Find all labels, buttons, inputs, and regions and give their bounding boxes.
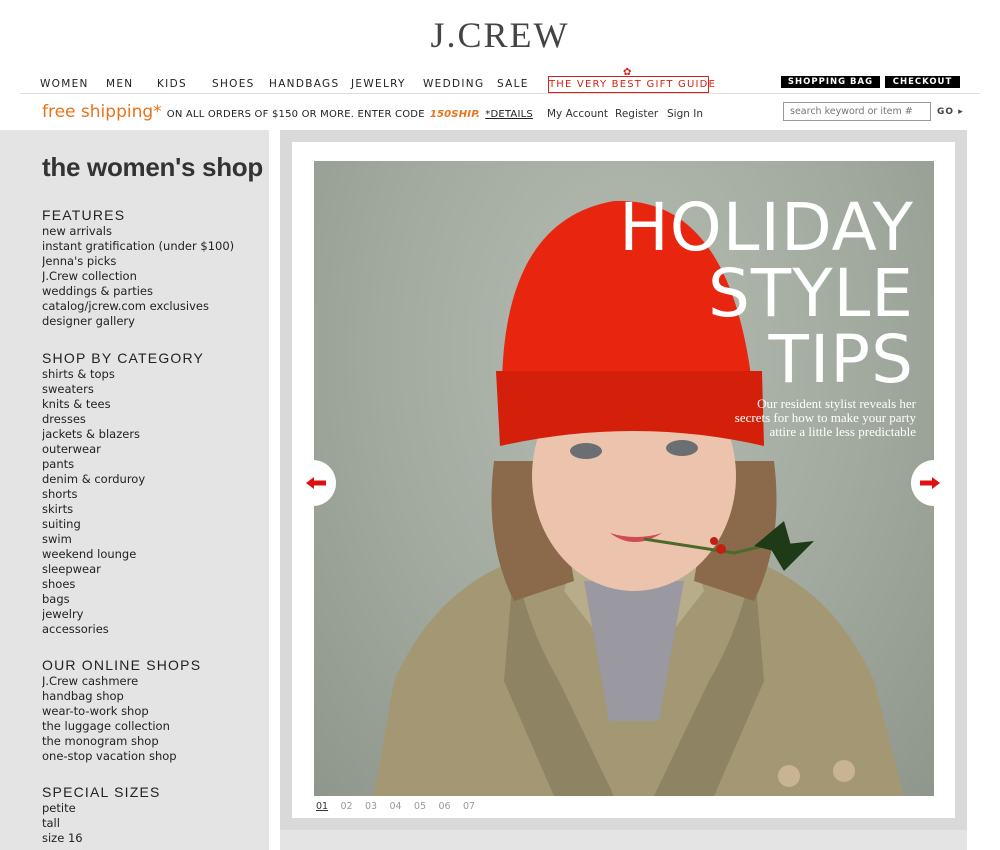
hero-headline-line: TIPS (768, 321, 914, 398)
sidebar-item-wear-to-work[interactable]: wear-to-work shop (42, 704, 201, 719)
sidebar-item-instant-gratification[interactable]: instant gratification (under $100) (42, 239, 234, 254)
pager-item-03[interactable]: 03 (365, 801, 390, 812)
pager-item-07[interactable]: 07 (463, 801, 488, 812)
features-section: FEATURES new arrivals instant gratificat… (42, 207, 234, 329)
nav-jewelry[interactable]: JEWELRY (351, 78, 406, 90)
go-label: GO (937, 107, 955, 117)
online-shops-heading: OUR ONLINE SHOPS (42, 657, 202, 673)
carousel-prev-button[interactable] (292, 460, 336, 506)
special-sizes-heading: SPECIAL SIZES (42, 784, 161, 800)
sidebar-item-denim-corduroy[interactable]: denim & corduroy (42, 472, 204, 487)
sidebar-item-sleepwear[interactable]: sleepwear (42, 562, 204, 577)
register-link[interactable]: Register (615, 108, 658, 120)
pager-item-04[interactable]: 04 (390, 801, 415, 812)
category-section: SHOP BY CATEGORY shirts & tops sweaters … (42, 350, 204, 637)
sidebar-item-pants[interactable]: pants (42, 457, 204, 472)
sidebar-divider (269, 130, 280, 850)
my-account-link[interactable]: My Account (547, 108, 608, 120)
nav-men[interactable]: MEN (106, 78, 133, 90)
sidebar-item-new-arrivals[interactable]: new arrivals (42, 224, 234, 239)
sidebar-item-dresses[interactable]: dresses (42, 412, 204, 427)
hero-subtitle: Our resident stylist reveals her secrets… (656, 397, 916, 439)
hero-subtitle-line: Our resident stylist reveals her (757, 396, 916, 411)
arrow-right-icon (920, 477, 940, 489)
sidebar: the women's shop FEATURES new arrivals i… (42, 130, 267, 850)
carousel-next-button[interactable] (911, 460, 955, 506)
nav-wedding[interactable]: WEDDING (423, 78, 484, 90)
pager-item-06[interactable]: 06 (439, 801, 464, 812)
nav-shoes[interactable]: SHOES (212, 78, 255, 90)
sidebar-item-luggage[interactable]: the luggage collection (42, 719, 201, 734)
play-arrow-icon: ▸ (958, 107, 964, 117)
features-heading: FEATURES (42, 207, 126, 223)
gift-guide-link[interactable]: THE VERY BEST GIFT GUIDE (548, 76, 715, 93)
promo-terms: ON ALL ORDERS OF $150 OR MORE. ENTER COD… (166, 109, 425, 120)
nav-women[interactable]: WOMEN (40, 78, 89, 90)
sidebar-item-weddings-parties[interactable]: weddings & parties (42, 284, 234, 299)
pager-item-05[interactable]: 05 (414, 801, 439, 812)
sidebar-item-vacation[interactable]: one-stop vacation shop (42, 749, 201, 764)
nav-handbags[interactable]: HANDBAGS (269, 78, 339, 90)
category-heading: SHOP BY CATEGORY (42, 350, 205, 366)
hero-headline: HOLIDAY STYLE TIPS (619, 195, 914, 393)
right-gutter (967, 130, 1000, 850)
free-shipping-label: free shipping* (42, 102, 162, 122)
hero-headline-line: STYLE (708, 255, 914, 332)
sidebar-item-tall[interactable]: tall (42, 816, 161, 831)
hero-subtitle-line: secrets for how to make your party (734, 410, 916, 425)
sidebar-item-accessories[interactable]: accessories (42, 622, 204, 637)
shopping-bag-button[interactable]: SHOPPING BAG (781, 76, 880, 88)
sidebar-item-weekend-lounge[interactable]: weekend lounge (42, 547, 204, 562)
hero-headline-line: HOLIDAY (619, 189, 914, 266)
sidebar-item-jennas-picks[interactable]: Jenna's picks (42, 254, 234, 269)
page-title: the women's shop (42, 152, 263, 182)
sidebar-item-suiting[interactable]: suiting (42, 517, 204, 532)
hero-image[interactable]: HOLIDAY STYLE TIPS Our resident stylist … (314, 161, 934, 796)
arrow-left-icon (306, 477, 326, 489)
sidebar-item-handbag-shop[interactable]: handbag shop (42, 689, 201, 704)
jcrew-logo[interactable]: J.CREW (0, 14, 1000, 56)
sidebar-item-petite[interactable]: petite (42, 801, 161, 816)
sidebar-item-monogram[interactable]: the monogram shop (42, 734, 201, 749)
special-sizes-section: SPECIAL SIZES petite tall size 16 (42, 784, 161, 846)
sign-in-link[interactable]: Sign In (667, 108, 703, 120)
sidebar-item-bags[interactable]: bags (42, 592, 204, 607)
sidebar-item-outerwear[interactable]: outerwear (42, 442, 204, 457)
promo-code: 150SHIP. (429, 109, 481, 120)
nav-kids[interactable]: KIDS (157, 78, 187, 90)
sidebar-item-knits-tees[interactable]: knits & tees (42, 397, 204, 412)
promo-details-link[interactable]: *DETAILS (485, 109, 533, 120)
checkout-button[interactable]: CHECKOUT (885, 76, 960, 88)
sidebar-item-shoes[interactable]: shoes (42, 577, 204, 592)
nav-sale[interactable]: SALE (497, 78, 529, 90)
pager-item-02[interactable]: 02 (341, 801, 366, 812)
online-shops-section: OUR ONLINE SHOPS J.Crew cashmere handbag… (42, 657, 201, 764)
hero-subtitle-line: attire a little less predictable (769, 424, 916, 439)
pager-item-01[interactable]: 01 (316, 801, 341, 812)
header-divider (20, 93, 980, 94)
sidebar-item-shorts[interactable]: shorts (42, 487, 204, 502)
sidebar-item-designer-gallery[interactable]: designer gallery (42, 314, 234, 329)
sidebar-item-jewelry[interactable]: jewelry (42, 607, 204, 622)
carousel-pager: 01 02 03 04 05 06 07 (316, 801, 488, 812)
sidebar-item-catalog-exclusives[interactable]: catalog/jcrew.com exclusives (42, 299, 234, 314)
free-shipping-promo: free shipping* ON ALL ORDERS OF $150 OR … (42, 102, 533, 122)
sidebar-item-swim[interactable]: swim (42, 532, 204, 547)
search-input[interactable] (783, 102, 931, 121)
sidebar-item-sweaters[interactable]: sweaters (42, 382, 204, 397)
sidebar-item-jackets-blazers[interactable]: jackets & blazers (42, 427, 204, 442)
sidebar-item-jcrew-collection[interactable]: J.Crew collection (42, 269, 234, 284)
sidebar-item-skirts[interactable]: skirts (42, 502, 204, 517)
sidebar-item-shirts-tops[interactable]: shirts & tops (42, 367, 204, 382)
sidebar-item-size-16[interactable]: size 16 (42, 831, 161, 846)
sidebar-item-cashmere[interactable]: J.Crew cashmere (42, 674, 201, 689)
search-go-button[interactable]: GO ▸ (937, 107, 964, 117)
